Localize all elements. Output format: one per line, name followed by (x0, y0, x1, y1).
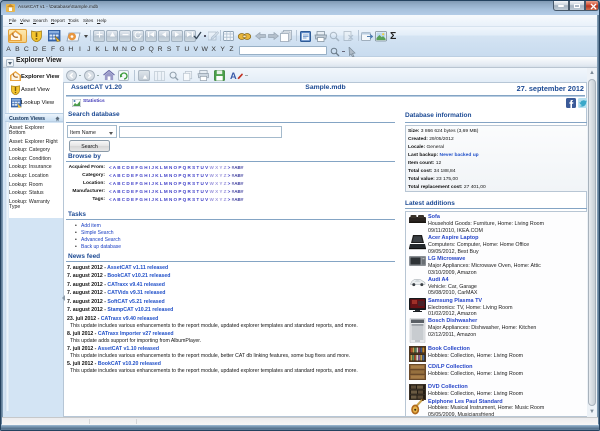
svg-text:A: A (230, 71, 237, 81)
